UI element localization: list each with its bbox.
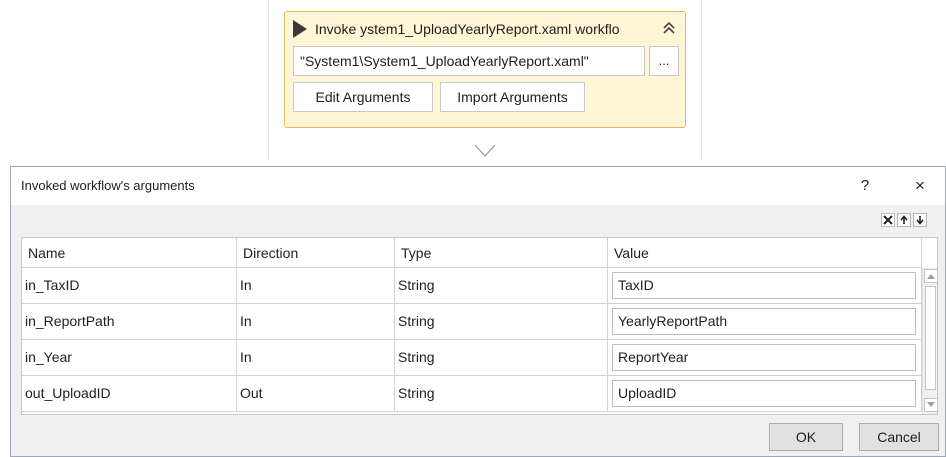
argument-direction-cell[interactable]: In [237,304,395,340]
argument-value-input[interactable]: UploadID [612,380,916,407]
argument-direction-cell[interactable]: In [237,268,395,304]
flow-down-arrow-icon [474,144,496,157]
argument-type-cell[interactable]: String [395,304,608,340]
help-button[interactable]: ? [854,174,876,198]
scroll-down-icon[interactable] [924,398,937,412]
argument-direction-cell[interactable]: In [237,340,395,376]
table-row[interactable]: in_TaxID In String TaxID [22,268,922,304]
argument-name-cell[interactable]: in_Year [22,340,237,376]
argument-value-cell: UploadID [608,376,922,412]
dialog-title: Invoked workflow's arguments [21,178,195,193]
activity-header[interactable]: Invoke ystem1_UploadYearlyReport.xaml wo… [285,12,685,45]
column-header-value[interactable]: Value [608,238,922,268]
argument-name-cell[interactable]: in_ReportPath [22,304,237,340]
argument-value-cell: YearlyReportPath [608,304,922,340]
table-row[interactable]: in_ReportPath In String YearlyReportPath [22,304,922,340]
import-arguments-button[interactable]: Import Arguments [440,82,585,112]
argument-value-input[interactable]: YearlyReportPath [612,308,916,335]
edit-arguments-button[interactable]: Edit Arguments [293,82,433,112]
scroll-thumb[interactable] [925,286,936,390]
collapse-icon[interactable] [661,20,677,36]
arguments-grid: Name Direction Type Value in_TaxID In St… [21,237,938,415]
move-down-icon[interactable] [913,213,927,227]
table-row[interactable]: in_Year In String ReportYear [22,340,922,376]
delete-icon[interactable] [881,213,895,227]
argument-name-cell[interactable]: in_TaxID [22,268,237,304]
cancel-button[interactable]: Cancel [859,423,939,451]
argument-value-input[interactable]: ReportYear [612,344,916,371]
table-row[interactable]: out_UploadID Out String UploadID [22,376,922,412]
move-up-icon[interactable] [897,213,911,227]
grid-header: Name Direction Type Value [22,238,922,268]
dialog-titlebar[interactable]: Invoked workflow's arguments ? × [11,167,945,205]
invoke-workflow-activity[interactable]: Invoke ystem1_UploadYearlyReport.xaml wo… [284,11,686,128]
argument-value-input[interactable]: TaxID [612,272,916,299]
column-header-direction[interactable]: Direction [237,238,395,268]
activity-title: Invoke ystem1_UploadYearlyReport.xaml wo… [315,20,620,37]
argument-direction-cell[interactable]: Out [237,376,395,412]
close-button[interactable]: × [907,174,933,198]
ok-button[interactable]: OK [769,423,843,451]
argument-type-cell[interactable]: String [395,268,608,304]
argument-name-cell[interactable]: out_UploadID [22,376,237,412]
vertical-scrollbar[interactable] [922,268,937,414]
workflow-path-field[interactable]: "System1\System1_UploadYearlyReport.xaml… [293,46,645,76]
argument-type-cell[interactable]: String [395,376,608,412]
scroll-up-icon[interactable] [924,269,937,283]
argument-value-cell: TaxID [608,268,922,304]
column-header-type[interactable]: Type [395,238,608,268]
play-icon [293,19,307,38]
browse-button[interactable]: ... [649,46,679,76]
column-header-name[interactable]: Name [22,238,237,268]
arguments-dialog: Invoked workflow's arguments ? × Name Di… [10,166,946,457]
argument-type-cell[interactable]: String [395,340,608,376]
screen: Invoke ystem1_UploadYearlyReport.xaml wo… [0,0,946,457]
argument-value-cell: ReportYear [608,340,922,376]
